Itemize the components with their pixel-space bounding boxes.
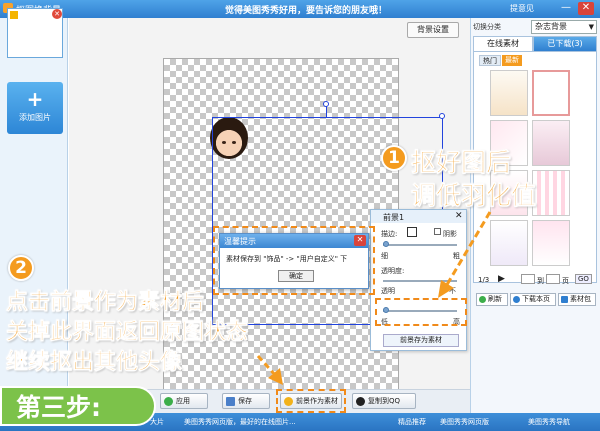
step1-arrow-line <box>443 211 492 289</box>
step-three-banner: 第三步: <box>0 386 156 426</box>
step2-arrowhead <box>268 368 283 385</box>
annotation-arrows <box>256 211 492 385</box>
step1-arrowhead <box>438 280 454 298</box>
step2-arrow-line <box>256 354 278 378</box>
